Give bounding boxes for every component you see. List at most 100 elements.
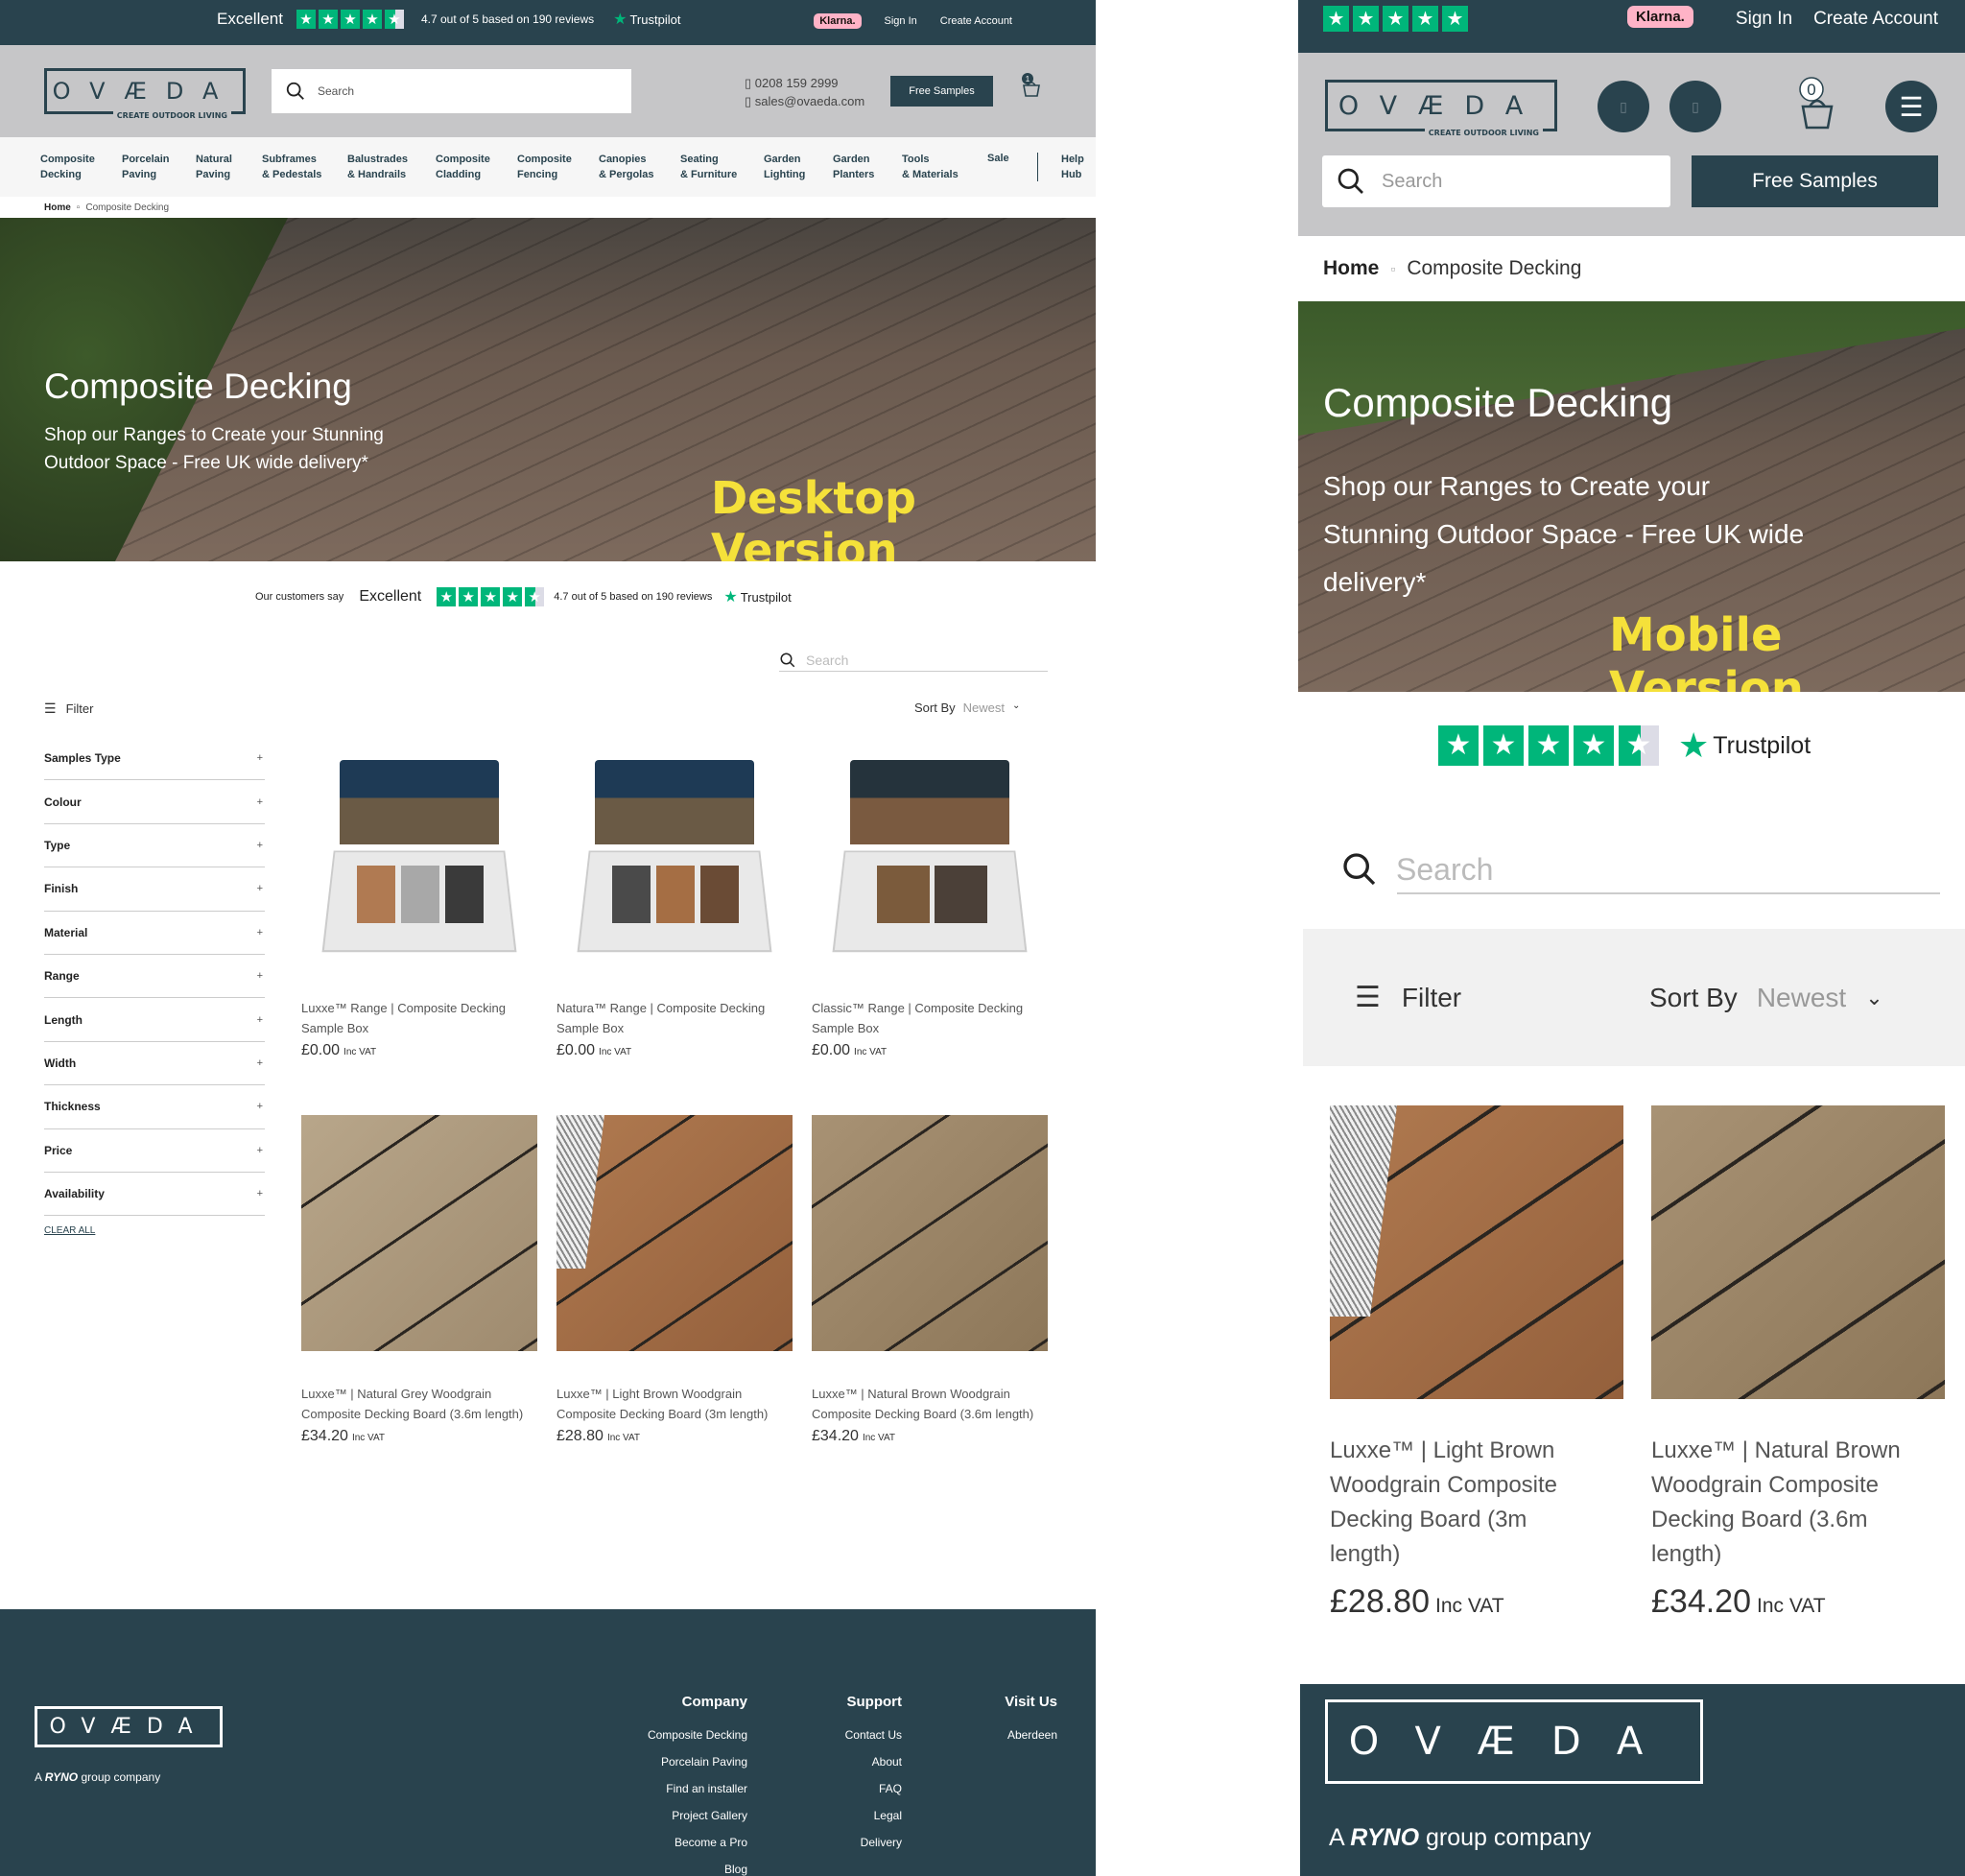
- nav-help-hub[interactable]: Help Hub: [1061, 152, 1084, 182]
- facet-colour[interactable]: Colour +: [44, 780, 265, 824]
- facet-availability[interactable]: Availability +: [44, 1173, 265, 1217]
- footer-link[interactable]: Delivery: [845, 1829, 902, 1856]
- nav-canopies[interactable]: Canopies & Pergolas: [599, 152, 653, 182]
- footer-link[interactable]: Contact Us: [845, 1722, 902, 1748]
- product-image[interactable]: [556, 750, 793, 986]
- sign-in-link[interactable]: Sign In: [885, 15, 917, 27]
- breadcrumb-home[interactable]: Home: [44, 202, 71, 213]
- product-image[interactable]: [301, 1115, 537, 1351]
- trustpilot-stars[interactable]: ★ ★ ★ ★ ★: [1323, 6, 1468, 32]
- sign-in-link[interactable]: Sign In: [1736, 9, 1792, 30]
- footer-logo[interactable]: OVÆDA: [1325, 1699, 1703, 1784]
- facet-thickness[interactable]: Thickness +: [44, 1085, 265, 1129]
- footer-link[interactable]: About: [845, 1748, 902, 1775]
- breadcrumb-home[interactable]: Home: [1323, 257, 1379, 280]
- logo-tagline: CREATE OUTDOOR LIVING: [1424, 129, 1543, 137]
- product-image[interactable]: [556, 1115, 793, 1351]
- facet-range[interactable]: Range +: [44, 955, 265, 999]
- footer-link[interactable]: Composite Decking: [648, 1722, 747, 1748]
- trustpilot-widget[interactable]: Our customers say Excellent ★ ★ ★ ★ ★ 4.…: [255, 587, 792, 606]
- nav-composite-decking[interactable]: Composite Decking: [40, 152, 95, 182]
- trustpilot-rating[interactable]: Excellent ★ ★ ★ ★ ★ 4.7 out of 5 based o…: [217, 10, 680, 29]
- product-card[interactable]: Natura™ Range | Composite Decking Sample…: [556, 750, 793, 1115]
- nav-garden-planters[interactable]: Garden Planters: [833, 152, 874, 182]
- footer-link[interactable]: Aberdeen: [1005, 1722, 1057, 1748]
- facet-material[interactable]: Material +: [44, 912, 265, 955]
- nav-subframes[interactable]: Subframes & Pedestals: [262, 152, 321, 182]
- product-card[interactable]: Classic™ Range | Composite Decking Sampl…: [812, 750, 1048, 1115]
- email-icon[interactable]: ▯: [1669, 81, 1721, 132]
- trustpilot-widget[interactable]: ★ ★ ★ ★ ★ ★ Trustpilot: [1438, 725, 1811, 766]
- free-samples-button[interactable]: Free Samples: [890, 76, 993, 107]
- star-icon: ★: [362, 10, 382, 29]
- site-logo[interactable]: OVÆDA CREATE OUTDOOR LIVING: [1325, 80, 1557, 137]
- nav-sale[interactable]: Sale: [987, 151, 1009, 166]
- product-image[interactable]: [812, 1115, 1048, 1351]
- klarna-badge[interactable]: Klarna.: [814, 13, 862, 29]
- phone-link[interactable]: ▯ 0208 159 2999: [745, 74, 864, 92]
- footer-link[interactable]: Find an installer: [648, 1775, 747, 1802]
- footer-logo[interactable]: OVÆDA: [35, 1706, 223, 1747]
- nav-natural-paving[interactable]: Natural Paving: [196, 152, 232, 182]
- nav-composite-fencing[interactable]: Composite Fencing: [517, 152, 572, 182]
- product-card[interactable]: Luxxe™ Range | Composite Decking Sample …: [301, 750, 537, 1115]
- phone-icon[interactable]: ▯: [1598, 81, 1649, 132]
- product-name[interactable]: Luxxe™ | Natural Brown Woodgrain Composi…: [812, 1384, 1048, 1424]
- klarna-badge[interactable]: Klarna.: [1627, 6, 1693, 28]
- product-name[interactable]: Classic™ Range | Composite Decking Sampl…: [812, 998, 1048, 1038]
- product-name[interactable]: Luxxe™ | Light Brown Woodgrain Composite…: [556, 1384, 793, 1424]
- product-name[interactable]: Luxxe™ | Natural Grey Woodgrain Composit…: [301, 1384, 537, 1424]
- sort-dropdown[interactable]: Sort By Newest ⌄: [1649, 983, 1883, 1013]
- product-card[interactable]: Luxxe™ | Light Brown Woodgrain Composite D…: [1330, 1105, 1623, 1621]
- facet-samples-type[interactable]: Samples Type +: [44, 737, 265, 781]
- create-account-link[interactable]: Create Account: [1813, 9, 1938, 30]
- facet-length[interactable]: Length +: [44, 998, 265, 1042]
- search-icon: [1343, 853, 1376, 886]
- nav-tools[interactable]: Tools & Materials: [902, 152, 959, 182]
- product-image[interactable]: [301, 750, 537, 986]
- basket-icon[interactable]: 1: [1021, 72, 1042, 99]
- product-image[interactable]: [1651, 1105, 1945, 1399]
- product-name[interactable]: Luxxe™ | Light Brown Woodgrain Composite D…: [1330, 1434, 1623, 1572]
- filter-toggle[interactable]: ☰ Filter: [44, 701, 93, 717]
- basket-icon[interactable]: 0: [1797, 76, 1835, 131]
- footer-link[interactable]: Blog: [648, 1856, 747, 1876]
- site-logo[interactable]: OVÆDA CREATE OUTDOOR LIVING: [44, 68, 246, 120]
- plus-icon: +: [256, 970, 263, 983]
- footer-link[interactable]: Project Gallery: [648, 1802, 747, 1829]
- product-card[interactable]: Luxxe™ | Light Brown Woodgrain Composite…: [556, 1115, 793, 1480]
- hamburger-menu-icon[interactable]: ☰: [1885, 81, 1937, 132]
- facet-price[interactable]: Price +: [44, 1129, 265, 1173]
- nav-seating[interactable]: Seating & Furniture: [680, 152, 737, 182]
- product-search-input[interactable]: Search: [779, 649, 1048, 672]
- footer-link[interactable]: Porcelain Paving: [648, 1748, 747, 1775]
- create-account-link[interactable]: Create Account: [940, 15, 1012, 27]
- product-search-input[interactable]: Search: [1340, 844, 1940, 894]
- facet-finish[interactable]: Finish +: [44, 867, 265, 912]
- nav-garden-lighting[interactable]: Garden Lighting: [764, 152, 805, 182]
- product-card[interactable]: Luxxe™ | Natural Grey Woodgrain Composit…: [301, 1115, 537, 1480]
- product-name[interactable]: Luxxe™ | Natural Brown Woodgrain Composit…: [1651, 1434, 1945, 1572]
- clear-all-link[interactable]: CLEAR ALL: [44, 1225, 95, 1236]
- product-name[interactable]: Natura™ Range | Composite Decking Sample…: [556, 998, 793, 1038]
- product-name[interactable]: Luxxe™ Range | Composite Decking Sample …: [301, 998, 537, 1038]
- product-card[interactable]: Luxxe™ | Natural Brown Woodgrain Composit…: [1651, 1105, 1945, 1621]
- free-samples-button[interactable]: Free Samples: [1692, 155, 1938, 207]
- nav-porcelain-paving[interactable]: Porcelain Paving: [122, 152, 170, 182]
- star-icon: ★: [1412, 6, 1438, 32]
- footer-link[interactable]: Become a Pro: [648, 1829, 747, 1856]
- product-image[interactable]: [1330, 1105, 1623, 1399]
- footer-link[interactable]: Legal: [845, 1802, 902, 1829]
- product-card[interactable]: Luxxe™ | Natural Brown Woodgrain Composi…: [812, 1115, 1048, 1480]
- nav-composite-cladding[interactable]: Composite Cladding: [436, 152, 490, 182]
- facet-width[interactable]: Width +: [44, 1042, 265, 1086]
- facet-type[interactable]: Type +: [44, 824, 265, 868]
- footer-link[interactable]: FAQ: [845, 1775, 902, 1802]
- filter-toggle[interactable]: ☰ Filter: [1355, 981, 1461, 1014]
- email-link[interactable]: ▯ sales@ovaeda.com: [745, 92, 864, 110]
- search-input[interactable]: Search: [272, 69, 631, 113]
- sort-dropdown[interactable]: Sort By Newest ⌄: [914, 701, 1020, 715]
- search-input[interactable]: Search: [1322, 155, 1670, 207]
- product-image[interactable]: [812, 750, 1048, 986]
- nav-balustrades[interactable]: Balustrades & Handrails: [347, 152, 408, 182]
